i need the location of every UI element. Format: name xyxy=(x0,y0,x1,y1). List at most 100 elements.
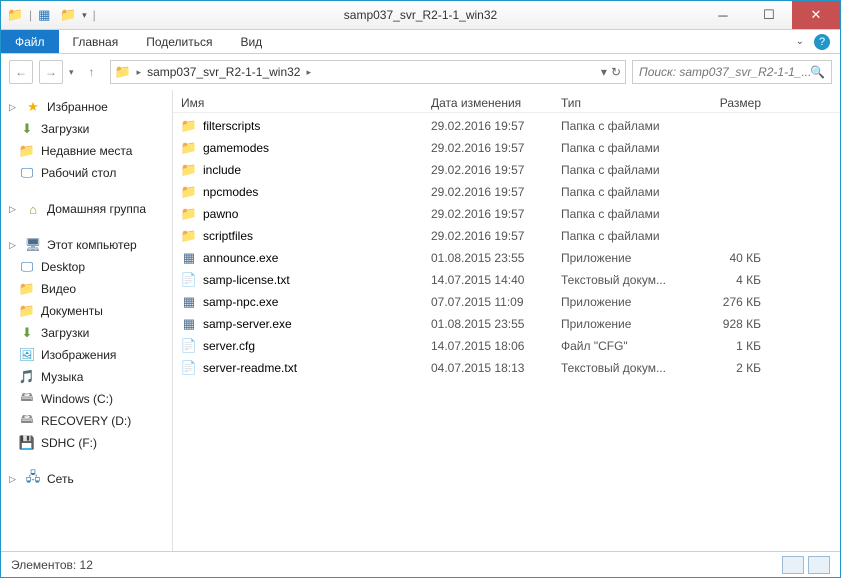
computer-item[interactable]: ⬇ Загрузки xyxy=(1,322,172,344)
file-date: 07.07.2015 11:09 xyxy=(431,295,561,309)
col-type[interactable]: Тип xyxy=(561,96,691,110)
sidebar-homegroup-label: Домашняя группа xyxy=(47,202,146,216)
col-size[interactable]: Размер xyxy=(691,96,761,110)
address-dropdown-icon[interactable]: ▾ xyxy=(601,65,607,79)
file-row[interactable]: 📁npcmodes29.02.2016 19:57Папка с файлами xyxy=(173,181,840,203)
file-row[interactable]: 📄server-readme.txt04.07.2015 18:13Тексто… xyxy=(173,357,840,379)
properties-icon[interactable]: ▦ xyxy=(38,7,54,23)
file-row[interactable]: 📁scriptfiles29.02.2016 19:57Папка с файл… xyxy=(173,225,840,247)
computer-item[interactable]: 📁Видео xyxy=(1,278,172,300)
sidebar-network-label: Сеть xyxy=(47,472,74,486)
search-input[interactable] xyxy=(639,65,810,79)
window-controls: ─ ☐ ✕ xyxy=(700,1,840,29)
search-icon[interactable]: 🔍 xyxy=(810,65,825,79)
sidebar-item-label: Загрузки xyxy=(41,326,89,340)
sidebar-computer: ▷ 🖥 Этот компьютер 🖵Desktop📁Видео📁Докуме… xyxy=(1,234,172,454)
breadcrumb-folder[interactable]: samp037_svr_R2-1-1_win32 xyxy=(147,65,300,79)
tab-share[interactable]: Поделиться xyxy=(132,30,226,53)
file-date: 29.02.2016 19:57 xyxy=(431,229,561,243)
minimize-button[interactable]: ─ xyxy=(700,1,746,29)
computer-item[interactable]: 🎵 Музыка xyxy=(1,366,172,388)
sidebar-item-label: Windows (C:) xyxy=(41,392,113,406)
sidebar-head-computer[interactable]: ▷ 🖥 Этот компьютер xyxy=(1,234,172,256)
file-row[interactable]: 📁filterscripts29.02.2016 19:57Папка с фа… xyxy=(173,115,840,137)
file-row[interactable]: ▦samp-npc.exe07.07.2015 11:09Приложение2… xyxy=(173,291,840,313)
close-button[interactable]: ✕ xyxy=(792,1,840,29)
back-button[interactable]: ← xyxy=(9,60,33,84)
file-date: 29.02.2016 19:57 xyxy=(431,185,561,199)
quick-access-toolbar: 📁 | ▦ 📁 ▾ | xyxy=(1,7,96,23)
breadcrumb-sep-icon[interactable]: ▸ xyxy=(137,67,142,78)
ribbon-expand-icon[interactable]: ⌄ xyxy=(796,36,804,47)
address-bar[interactable]: 📁 ▸ samp037_svr_R2-1-1_win32 ▸ ▾ ↻ xyxy=(110,60,626,84)
file-type: Текстовый докум... xyxy=(561,273,691,287)
favorites-item[interactable]: 🖵Рабочий стол xyxy=(1,162,172,184)
music-icon: 🎵 xyxy=(19,369,35,385)
sidebar-computer-label: Этот компьютер xyxy=(47,238,137,252)
chevron-right-icon[interactable]: ▷ xyxy=(9,204,19,215)
view-details-button[interactable] xyxy=(782,556,804,574)
computer-item[interactable]: 🖴RECOVERY (D:) xyxy=(1,410,172,432)
sidebar-item-label: Недавние места xyxy=(41,144,132,158)
sidebar-head-network[interactable]: ▷ 🖧 Сеть xyxy=(1,468,172,490)
computer-item[interactable]: 💾SDHC (F:) xyxy=(1,432,172,454)
computer-item[interactable]: 📁Документы xyxy=(1,300,172,322)
download-icon: ⬇ xyxy=(19,121,35,137)
sidebar-item-label: Видео xyxy=(41,282,76,296)
sidebar-item-label: Музыка xyxy=(41,370,83,384)
sidebar-head-favorites[interactable]: ▷ ★ Избранное xyxy=(1,96,172,118)
download-icon: ⬇ xyxy=(19,325,35,341)
computer-item[interactable]: 🖼Изображения xyxy=(1,344,172,366)
file-row[interactable]: 📁include29.02.2016 19:57Папка с файлами xyxy=(173,159,840,181)
qat-dropdown-icon[interactable]: ▾ xyxy=(82,10,87,21)
computer-item[interactable]: 🖵Desktop xyxy=(1,256,172,278)
file-row[interactable]: 📄samp-license.txt14.07.2015 14:40Текстов… xyxy=(173,269,840,291)
refresh-icon[interactable]: ↻ xyxy=(611,65,621,79)
drive-icon: 🖴 xyxy=(19,413,35,429)
sidebar-head-homegroup[interactable]: ▷ ⌂ Домашняя группа xyxy=(1,198,172,220)
file-date: 04.07.2015 18:13 xyxy=(431,361,561,375)
homegroup-icon: ⌂ xyxy=(25,201,41,217)
up-button[interactable]: ↑ xyxy=(80,60,104,84)
view-buttons xyxy=(782,556,830,574)
folder-icon: 📁 xyxy=(181,228,197,244)
file-row[interactable]: 📁gamemodes29.02.2016 19:57Папка с файлам… xyxy=(173,137,840,159)
col-date[interactable]: Дата изменения xyxy=(431,96,561,110)
chevron-right-icon[interactable]: ▷ xyxy=(9,102,19,113)
chevron-right-icon[interactable]: ▷ xyxy=(9,474,19,485)
column-headers: Имя Дата изменения Тип Размер xyxy=(173,90,840,113)
computer-item[interactable]: 🖴Windows (C:) xyxy=(1,388,172,410)
file-type: Папка с файлами xyxy=(561,185,691,199)
folder-icon: 📁 xyxy=(115,64,131,80)
tab-view[interactable]: Вид xyxy=(226,30,276,53)
file-type: Папка с файлами xyxy=(561,229,691,243)
file-row[interactable]: 📄server.cfg14.07.2015 18:06Файл "CFG"1 К… xyxy=(173,335,840,357)
tab-home[interactable]: Главная xyxy=(59,30,133,53)
ribbon-help: ⌄ ? xyxy=(796,30,840,53)
file-row[interactable]: 📁pawno29.02.2016 19:57Папка с файлами xyxy=(173,203,840,225)
file-name: filterscripts xyxy=(203,119,260,133)
favorites-item[interactable]: 📁 Недавние места xyxy=(1,140,172,162)
qat-separator: | xyxy=(93,8,96,22)
sidebar-homegroup: ▷ ⌂ Домашняя группа xyxy=(1,198,172,220)
view-large-button[interactable] xyxy=(808,556,830,574)
folder-icon: 📁 xyxy=(181,184,197,200)
maximize-button[interactable]: ☐ xyxy=(746,1,792,29)
chevron-right-icon[interactable]: ▷ xyxy=(9,240,19,251)
file-row[interactable]: ▦samp-server.exe01.08.2015 23:55Приложен… xyxy=(173,313,840,335)
file-row[interactable]: ▦announce.exe01.08.2015 23:55Приложение4… xyxy=(173,247,840,269)
recent-dropdown-icon[interactable]: ▾ xyxy=(69,67,74,78)
favorites-item[interactable]: ⬇ Загрузки xyxy=(1,118,172,140)
folder-icon: 📁 xyxy=(19,143,35,159)
new-folder-icon[interactable]: 📁 xyxy=(60,7,76,23)
file-name: announce.exe xyxy=(203,251,278,265)
help-icon[interactable]: ? xyxy=(814,34,830,50)
tab-file[interactable]: Файл xyxy=(1,30,59,53)
col-name[interactable]: Имя xyxy=(181,96,431,110)
file-type: Папка с файлами xyxy=(561,163,691,177)
search-box[interactable]: 🔍 xyxy=(632,60,832,84)
breadcrumb-sep-icon[interactable]: ▸ xyxy=(306,67,311,78)
sidebar-item-label: Загрузки xyxy=(41,122,89,136)
forward-button[interactable]: → xyxy=(39,60,63,84)
file-date: 29.02.2016 19:57 xyxy=(431,207,561,221)
